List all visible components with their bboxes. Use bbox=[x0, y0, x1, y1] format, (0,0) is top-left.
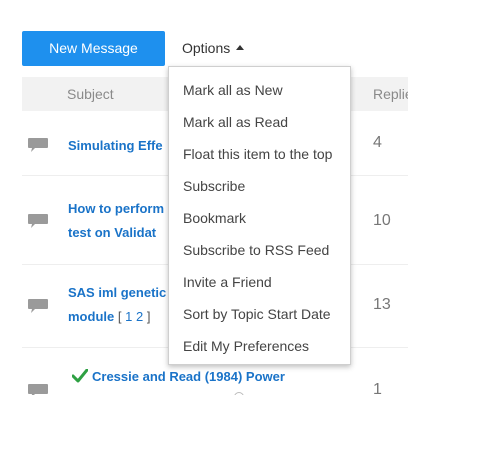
page-link-1[interactable]: 1 bbox=[125, 309, 132, 324]
topic-subject-link[interactable]: Cressie and Read (1984) Power bbox=[72, 365, 372, 389]
menu-item-invite-friend[interactable]: Invite a Friend bbox=[183, 273, 272, 291]
menu-item-subscribe[interactable]: Subscribe bbox=[183, 177, 245, 195]
chat-bubble-icon bbox=[28, 214, 48, 228]
new-message-button[interactable]: New Message bbox=[22, 31, 165, 66]
reply-count: 4 bbox=[373, 134, 382, 151]
column-header-subject[interactable]: Subject bbox=[67, 86, 114, 102]
page-links: [ 1 2 ] bbox=[118, 309, 151, 324]
reply-count: 1 bbox=[373, 381, 382, 395]
topic-subject-text: SAS iml genetic bbox=[68, 285, 167, 300]
forum-topic-list-page: New Message Options Subject Replie Simul… bbox=[0, 0, 495, 451]
menu-item-float-to-top[interactable]: Float this item to the top bbox=[183, 145, 332, 163]
pages-close-bracket: ] bbox=[146, 309, 151, 324]
solved-check-icon bbox=[72, 369, 88, 383]
reply-count: 13 bbox=[373, 296, 391, 313]
topic-subject-text-line2: test on Validat bbox=[68, 225, 157, 240]
reply-count: 10 bbox=[373, 212, 391, 229]
page-link-2[interactable]: 2 bbox=[136, 309, 143, 324]
options-dropdown-menu: Mark all as New Mark all as Read Float t… bbox=[168, 66, 351, 365]
menu-item-mark-all-read[interactable]: Mark all as Read bbox=[183, 113, 288, 131]
chat-bubble-icon bbox=[28, 299, 48, 313]
menu-item-bookmark[interactable]: Bookmark bbox=[183, 209, 246, 227]
attachment-indicator-icon bbox=[234, 392, 244, 395]
options-label: Options bbox=[182, 40, 231, 56]
topic-subject-text: How to perform bbox=[68, 201, 165, 216]
chat-bubble-icon bbox=[28, 384, 48, 395]
topic-subject-text-line2: module bbox=[68, 309, 115, 324]
menu-item-mark-all-new[interactable]: Mark all as New bbox=[183, 81, 283, 99]
topic-subject-text: Simulating Effe bbox=[68, 138, 163, 153]
caret-up-icon bbox=[236, 45, 245, 50]
menu-item-sort-by-topic-start-date[interactable]: Sort by Topic Start Date bbox=[183, 305, 331, 323]
pages-open-bracket: [ bbox=[117, 309, 122, 324]
column-header-replies[interactable]: Replie bbox=[373, 86, 408, 102]
menu-item-subscribe-rss[interactable]: Subscribe to RSS Feed bbox=[183, 241, 329, 259]
options-menu-toggle[interactable]: Options bbox=[182, 39, 245, 57]
menu-item-edit-preferences[interactable]: Edit My Preferences bbox=[183, 337, 309, 355]
chat-bubble-icon bbox=[28, 138, 48, 152]
topic-subject-text: Cressie and Read (1984) Power bbox=[92, 369, 285, 384]
